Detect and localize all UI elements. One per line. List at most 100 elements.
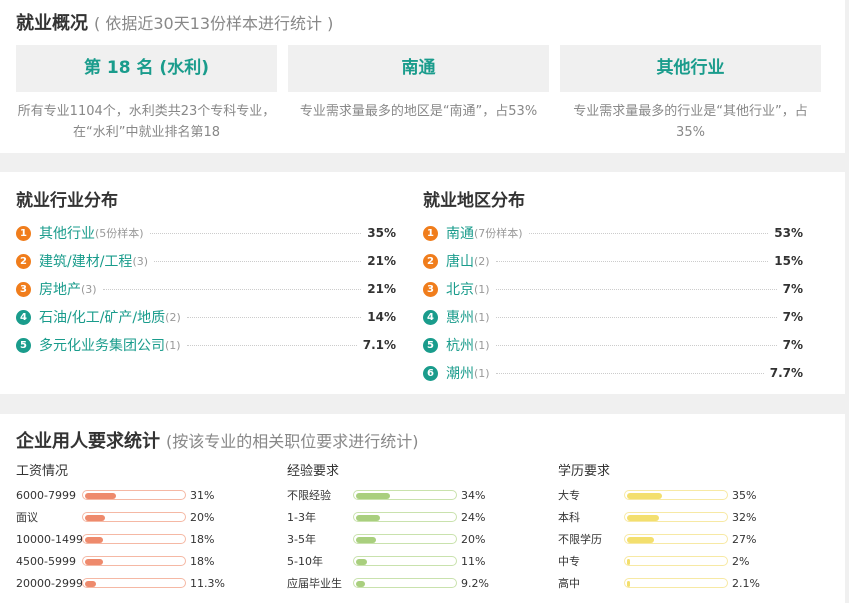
- percentage: 53%: [774, 226, 803, 240]
- requirement-percentage: 2%: [732, 554, 750, 568]
- requirement-label: 3-5年: [287, 533, 316, 546]
- progress-bar: [624, 490, 728, 500]
- industry-row: 4 石油/化工/矿产/地质 (2) 14%: [16, 303, 396, 331]
- experience-title: 经验要求: [287, 464, 340, 479]
- leader-dots: [495, 288, 777, 290]
- rank-card-desc: 所有专业1104个，水利类共23个专科专业，在“水利”中就业排名第18: [17, 104, 276, 140]
- requirement-percentage: 11.3%: [190, 576, 225, 590]
- region-link[interactable]: 潮州: [446, 363, 474, 383]
- progress-bar: [82, 578, 186, 588]
- requirement-row: 10000-14999 18%: [16, 528, 225, 550]
- region-row: 1 南通 (7份样本) 53%: [423, 219, 803, 247]
- leader-dots: [528, 232, 769, 234]
- rank-badge: 2: [16, 253, 31, 269]
- progress-fill: [85, 559, 103, 565]
- region-row: 2 唐山 (2) 15%: [423, 247, 803, 275]
- progress-bar: [624, 534, 728, 544]
- progress-fill: [356, 559, 367, 565]
- requirement-percentage: 11%: [461, 554, 486, 568]
- requirement-percentage: 35%: [732, 488, 757, 502]
- industry-link[interactable]: 多元化业务集团公司: [39, 335, 165, 355]
- rank-badge: 4: [423, 309, 438, 325]
- requirement-row: 不限学历 27%: [558, 528, 760, 550]
- region-link[interactable]: 北京: [446, 279, 474, 299]
- requirement-row: 不限经验 34%: [287, 484, 489, 506]
- progress-fill: [85, 493, 116, 499]
- percentage: 14%: [367, 310, 396, 324]
- leader-dots: [186, 344, 357, 346]
- percentage: 21%: [367, 254, 396, 268]
- industry-row: 1 其他行业 (5份样本) 35%: [16, 219, 396, 247]
- requirement-label: 高中: [558, 577, 580, 590]
- region-list: 1 南通 (7份样本) 53% 2 唐山 (2) 15% 3 北京 (1) 7% 4 惠州 (1) 7% 5 杭州…: [423, 219, 803, 387]
- region-row: 4 惠州 (1) 7%: [423, 303, 803, 331]
- requirement-row: 6000-7999 31%: [16, 484, 225, 506]
- requirement-percentage: 34%: [461, 488, 486, 502]
- leader-dots: [495, 372, 764, 374]
- region-row: 5 杭州 (1) 7%: [423, 331, 803, 359]
- progress-fill: [85, 581, 97, 587]
- requirement-percentage: 20%: [461, 532, 486, 546]
- overview-subtitle: ( 依据近30天13份样本进行统计 ): [94, 14, 334, 33]
- requirement-label: 1-3年: [287, 511, 316, 524]
- progress-bar: [82, 534, 186, 544]
- region-link[interactable]: 惠州: [446, 307, 474, 327]
- requirements-subtitle: (按该专业的相关职位要求进行统计): [166, 432, 419, 451]
- progress-fill: [627, 559, 630, 565]
- progress-fill: [627, 515, 659, 521]
- industry-title: 就业行业分布: [16, 191, 118, 211]
- sample-count: (1): [165, 338, 181, 352]
- overview-title: 就业概况 ( 依据近30天13份样本进行统计 ): [16, 9, 333, 35]
- progress-fill: [627, 493, 662, 499]
- progress-fill: [356, 493, 390, 499]
- requirement-row: 本科 32%: [558, 506, 760, 528]
- industry-link[interactable]: 房地产: [39, 279, 81, 299]
- requirement-percentage: 2.1%: [732, 576, 760, 590]
- progress-fill: [627, 581, 630, 587]
- leader-dots: [495, 260, 769, 262]
- requirement-label: 大专: [558, 489, 580, 502]
- progress-bar: [624, 512, 728, 522]
- rank-badge: 1: [16, 225, 31, 241]
- requirements-panel: 企业用人要求统计 (按该专业的相关职位要求进行统计) 工资情况 6000-7999…: [0, 414, 845, 603]
- salary-list: 6000-799931%面议20%10000-1499918%4500-5999…: [16, 484, 225, 594]
- industry-list: 1 其他行业 (5份样本) 35% 2 建筑/建材/工程 (3) 21% 3 房地产 (3) 21% 4…: [16, 219, 396, 359]
- sample-count: (1): [474, 366, 490, 380]
- percentage: 15%: [774, 254, 803, 268]
- industry-link[interactable]: 建筑/建材/工程: [39, 251, 132, 271]
- requirement-row: 1-3年 24%: [287, 506, 489, 528]
- region-link[interactable]: 唐山: [446, 251, 474, 271]
- requirements-title: 企业用人要求统计 (按该专业的相关职位要求进行统计): [16, 427, 419, 453]
- sample-count: (1): [474, 282, 490, 296]
- region-title: 就业地区分布: [423, 191, 525, 211]
- requirement-percentage: 20%: [190, 510, 215, 524]
- rank-badge: 4: [16, 309, 31, 325]
- industry-row: 2 建筑/建材/工程 (3) 21%: [16, 247, 396, 275]
- region-link[interactable]: 南通: [446, 223, 474, 243]
- requirement-label: 不限经验: [287, 489, 331, 502]
- progress-bar: [353, 578, 457, 588]
- leader-dots: [495, 344, 777, 346]
- requirement-row: 20000-29999 11.3%: [16, 572, 225, 594]
- requirement-label: 不限学历: [558, 533, 602, 546]
- progress-bar: [353, 512, 457, 522]
- sample-count: (7份样本): [474, 227, 523, 240]
- region-link[interactable]: 杭州: [446, 335, 474, 355]
- requirement-percentage: 32%: [732, 510, 757, 524]
- requirement-percentage: 18%: [190, 532, 215, 546]
- percentage: 7%: [782, 310, 803, 324]
- sample-count: (3): [81, 282, 97, 296]
- leader-dots: [102, 288, 362, 290]
- experience-list: 不限经验 34% 1-3年 24% 3-5年 20% 5-10年 11% 应届毕业生 9.2%: [287, 484, 489, 594]
- requirement-row: 5-10年 11%: [287, 550, 489, 572]
- requirements-title-text: 企业用人要求统计: [16, 431, 160, 452]
- requirement-percentage: 31%: [190, 488, 215, 502]
- industry-link[interactable]: 石油/化工/矿产/地质: [39, 307, 165, 327]
- progress-bar: [624, 556, 728, 566]
- requirement-label: 5-10年: [287, 555, 323, 568]
- industry-link[interactable]: 其他行业: [39, 223, 95, 243]
- top-industry-card: 其他行业: [560, 45, 821, 92]
- progress-bar: [82, 490, 186, 500]
- progress-fill: [85, 537, 103, 543]
- requirement-row: 3-5年 20%: [287, 528, 489, 550]
